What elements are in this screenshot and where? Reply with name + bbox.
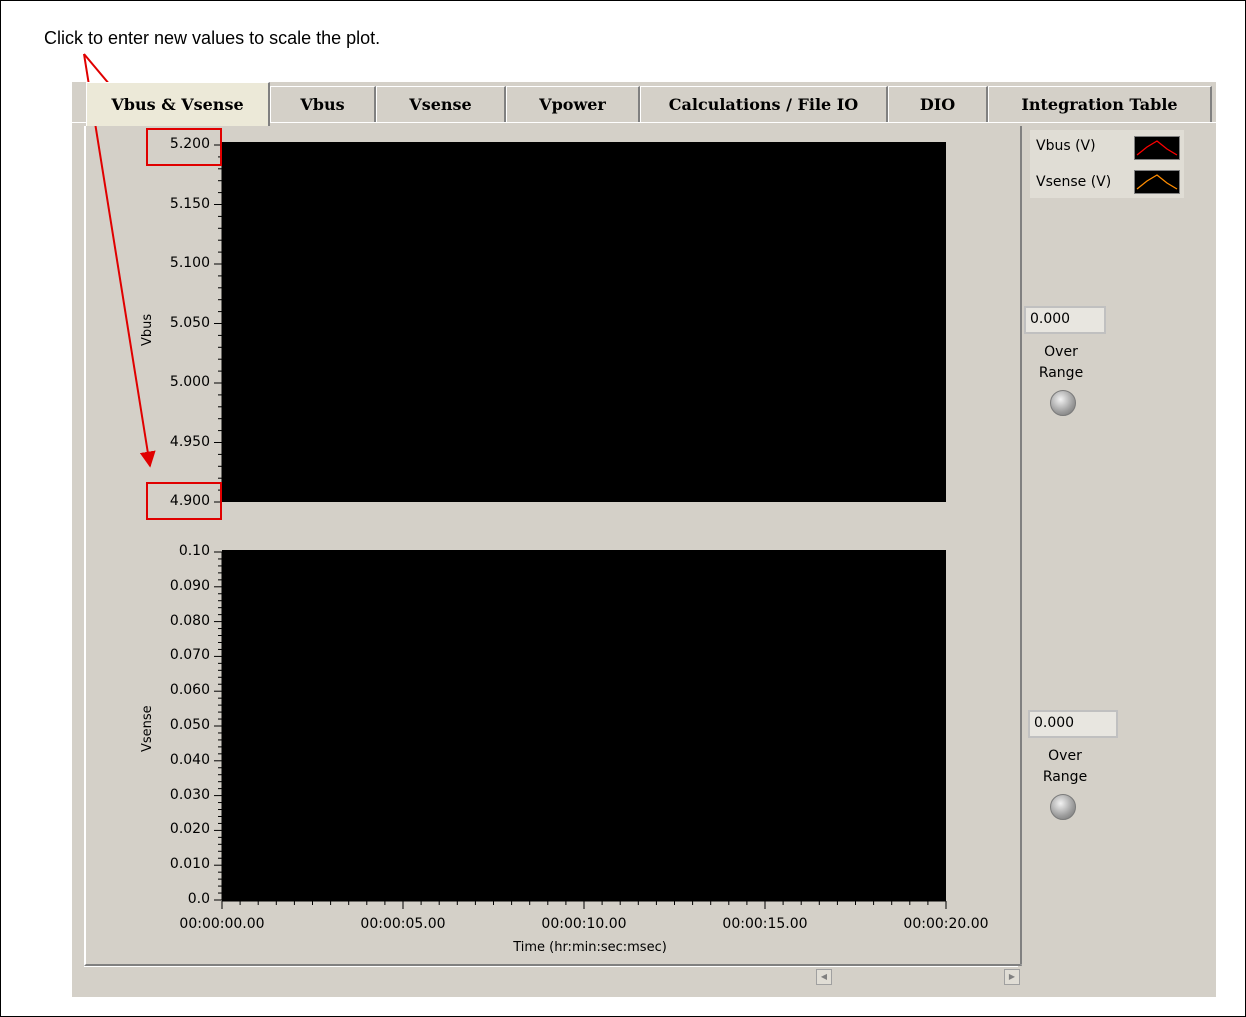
over-text: Over bbox=[1048, 748, 1082, 764]
tab-vsense[interactable]: Vsense bbox=[376, 86, 506, 122]
tab-vpower[interactable]: Vpower bbox=[506, 86, 640, 122]
x-tick-label: 00:00:10.00 bbox=[541, 916, 627, 932]
horizontal-scrollbar[interactable] bbox=[84, 966, 1018, 987]
y-tick-label: 5.100 bbox=[169, 255, 210, 271]
y-tick-label: 0.040 bbox=[169, 751, 210, 768]
y-tick-label: 5.150 bbox=[169, 195, 210, 212]
vbus-over-range-led bbox=[1050, 390, 1076, 416]
scroll-left-button[interactable]: ◀ bbox=[816, 969, 832, 985]
tab-integration-table[interactable]: Integration Table bbox=[988, 86, 1212, 122]
time-axis-label: Time (hr:min:sec:msec) bbox=[513, 940, 667, 955]
y-tick-label: 0.030 bbox=[169, 786, 210, 803]
plot-legend[interactable]: Vbus (V) Vsense (V) bbox=[1030, 130, 1184, 198]
vbus-plot-area[interactable] bbox=[222, 142, 946, 502]
y-tick-label: 5.000 bbox=[169, 374, 210, 390]
content-edge bbox=[1020, 126, 1022, 964]
y-tick-label: 0.10 bbox=[178, 543, 210, 559]
y-tick-label: 0.070 bbox=[169, 647, 210, 664]
legend-swatch-vsense[interactable] bbox=[1134, 170, 1180, 194]
ymin-highlight-box bbox=[146, 482, 222, 520]
tab-vbus[interactable]: Vbus bbox=[270, 86, 376, 122]
y-tick-label: 0.090 bbox=[169, 577, 210, 594]
y-tick-label: 0.020 bbox=[169, 821, 210, 838]
x-tick-label: 00:00:20.00 bbox=[903, 916, 989, 932]
y-tick-label: 0.060 bbox=[169, 682, 210, 699]
x-tick-label: 00:00:05.00 bbox=[360, 916, 446, 932]
legend-label-vbus: Vbus (V) bbox=[1036, 138, 1096, 154]
tab-vbus-vsense[interactable]: Vbus & Vsense bbox=[86, 82, 270, 126]
vbus-axis-label: Vbus bbox=[140, 313, 155, 346]
y-tick-label: 4.950 bbox=[169, 433, 210, 450]
y-tick-label: 0.0 bbox=[187, 891, 210, 907]
vsense-over-range-label: Over Range bbox=[1030, 746, 1100, 788]
y-tick-label: 0.080 bbox=[169, 612, 210, 629]
over-text: Over bbox=[1044, 344, 1078, 360]
vbus-over-range-label: Over Range bbox=[1026, 342, 1096, 384]
x-tick-label: 00:00:15.00 bbox=[722, 916, 808, 932]
range-text: Range bbox=[1042, 769, 1088, 785]
vsense-axis-label: Vsense bbox=[140, 705, 155, 752]
range-text: Range bbox=[1038, 365, 1084, 381]
tab-calculations-file-io[interactable]: Calculations / File IO bbox=[640, 86, 888, 122]
plot-separator bbox=[222, 502, 946, 550]
tab-dio[interactable]: DIO bbox=[888, 86, 988, 122]
legend-swatch-vbus[interactable] bbox=[1134, 136, 1180, 160]
vbus-value-display: 0.000 bbox=[1024, 306, 1106, 334]
ymax-highlight-box bbox=[146, 128, 222, 166]
scroll-right-button[interactable]: ▶ bbox=[1004, 969, 1020, 985]
vsense-plot-area[interactable] bbox=[222, 550, 946, 901]
vsense-over-range-led bbox=[1050, 794, 1076, 820]
annotation-text: Click to enter new values to scale the p… bbox=[44, 28, 381, 48]
y-tick-label: 0.010 bbox=[169, 856, 210, 873]
vsense-value-display: 0.000 bbox=[1028, 710, 1118, 738]
legend-label-vsense: Vsense (V) bbox=[1036, 174, 1112, 190]
x-tick-label: 00:00:00.00 bbox=[179, 916, 265, 932]
